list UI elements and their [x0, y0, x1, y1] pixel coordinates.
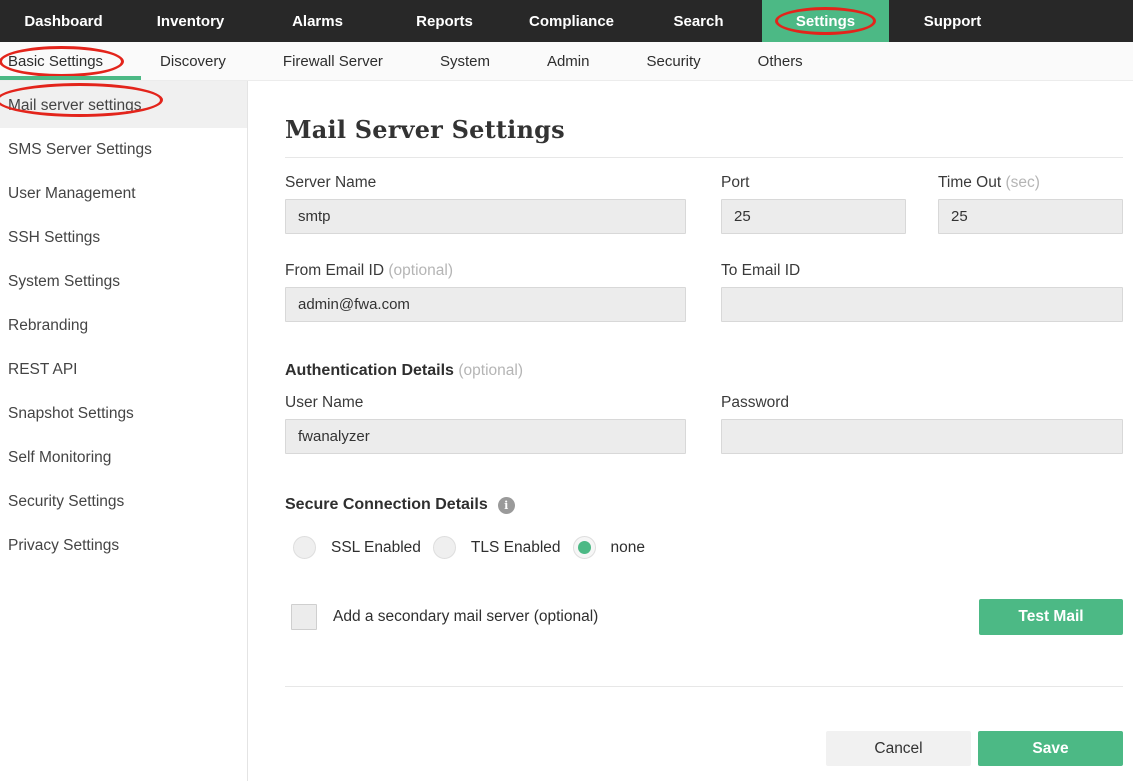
bottom-divider [285, 686, 1123, 687]
tab-support[interactable]: Support [889, 0, 1016, 42]
from-email-optional: (optional) [388, 262, 453, 279]
subtab-basic-settings[interactable]: Basic Settings [8, 53, 103, 70]
settings-sub-navigation: Basic Settings Discovery Firewall Server… [0, 42, 1133, 81]
sidebar-item-security-settings[interactable]: Security Settings [0, 480, 247, 524]
sidebar-item-mail-server-settings[interactable]: Mail server settings [0, 81, 247, 128]
timeout-input[interactable] [938, 199, 1123, 234]
radio-circle-ssl [293, 536, 316, 559]
password-label: Password [721, 394, 1123, 412]
secondary-mail-label: Add a secondary mail server (optional) [333, 608, 598, 626]
subtab-admin[interactable]: Admin [547, 53, 590, 70]
port-timeout-group: Port Time Out (sec) [721, 174, 1123, 234]
port-label: Port [721, 174, 906, 192]
settings-sidebar: Mail server settings SMS Server Settings… [0, 81, 248, 781]
port-input[interactable] [721, 199, 906, 234]
active-subtab-indicator [0, 76, 141, 80]
timeout-label: Time Out (sec) [938, 174, 1123, 192]
sidebar-item-privacy-settings[interactable]: Privacy Settings [0, 524, 247, 568]
port-field: Port [721, 174, 906, 234]
from-email-field: From Email ID (optional) [285, 262, 686, 322]
secure-connection-header: Secure Connection Details i [285, 496, 1123, 514]
cancel-button[interactable]: Cancel [826, 731, 971, 766]
subtab-firewall-server[interactable]: Firewall Server [283, 53, 383, 70]
auth-optional: (optional) [458, 362, 523, 379]
user-name-label: User Name [285, 394, 686, 412]
user-name-field: User Name [285, 394, 686, 454]
form-actions: Cancel Save [285, 731, 1123, 766]
radio-none[interactable]: none [573, 536, 645, 559]
server-name-label: Server Name [285, 174, 686, 192]
email-row: From Email ID (optional) To Email ID [285, 262, 1123, 322]
server-row: Server Name Port Time Out (sec) [285, 174, 1123, 234]
radio-dot [578, 541, 591, 554]
subtab-security[interactable]: Security [646, 53, 700, 70]
secondary-mail-row: Add a secondary mail server (optional) T… [285, 599, 1123, 635]
mail-server-settings-screen: Dashboard Inventory Alarms Reports Compl… [0, 0, 1133, 781]
to-email-input[interactable] [721, 287, 1123, 322]
radio-tls-enabled[interactable]: TLS Enabled [433, 536, 561, 559]
tab-alarms[interactable]: Alarms [254, 0, 381, 42]
radio-label-ssl: SSL Enabled [331, 539, 421, 557]
title-divider [285, 157, 1123, 158]
top-navigation: Dashboard Inventory Alarms Reports Compl… [0, 0, 1133, 42]
radio-ssl-enabled[interactable]: SSL Enabled [293, 536, 421, 559]
timeout-field: Time Out (sec) [938, 174, 1123, 234]
user-name-input[interactable] [285, 419, 686, 454]
server-name-field: Server Name [285, 174, 686, 234]
subtab-others[interactable]: Others [758, 53, 803, 70]
password-field: Password [721, 394, 1123, 454]
mail-server-settings-panel: Mail Server Settings Server Name Port Ti… [248, 81, 1133, 781]
server-name-input[interactable] [285, 199, 686, 234]
tab-settings[interactable]: Settings [762, 0, 889, 42]
test-mail-button[interactable]: Test Mail [979, 599, 1123, 635]
radio-circle-none-checked [573, 536, 596, 559]
to-email-field: To Email ID [721, 262, 1123, 322]
page-title: Mail Server Settings [285, 115, 1123, 144]
sidebar-item-ssh-settings[interactable]: SSH Settings [0, 216, 247, 260]
timeout-unit: (sec) [1005, 174, 1039, 191]
sidebar-item-rebranding[interactable]: Rebranding [0, 304, 247, 348]
tab-reports[interactable]: Reports [381, 0, 508, 42]
tab-dashboard[interactable]: Dashboard [0, 0, 127, 42]
from-email-label: From Email ID (optional) [285, 262, 686, 280]
from-email-input[interactable] [285, 287, 686, 322]
tab-inventory[interactable]: Inventory [127, 0, 254, 42]
sidebar-item-self-monitoring[interactable]: Self Monitoring [0, 436, 247, 480]
password-input[interactable] [721, 419, 1123, 454]
save-button[interactable]: Save [978, 731, 1123, 766]
secure-connection-options: SSL Enabled TLS Enabled none [285, 536, 1123, 559]
sidebar-item-snapshot-settings[interactable]: Snapshot Settings [0, 392, 247, 436]
info-icon[interactable]: i [498, 497, 515, 514]
auth-row: User Name Password [285, 394, 1123, 454]
authentication-details-header: Authentication Details (optional) [285, 362, 1123, 380]
sidebar-item-user-management[interactable]: User Management [0, 172, 247, 216]
radio-label-tls: TLS Enabled [471, 539, 561, 557]
to-email-label: To Email ID [721, 262, 1123, 280]
sidebar-item-sms-server-settings[interactable]: SMS Server Settings [0, 128, 247, 172]
radio-label-none: none [611, 539, 645, 557]
tab-compliance[interactable]: Compliance [508, 0, 635, 42]
subtab-discovery[interactable]: Discovery [160, 53, 226, 70]
tab-search[interactable]: Search [635, 0, 762, 42]
secure-connection-label: Secure Connection Details [285, 496, 488, 514]
radio-circle-tls [433, 536, 456, 559]
secondary-mail-checkbox[interactable] [291, 604, 317, 630]
subtab-system[interactable]: System [440, 53, 490, 70]
sidebar-item-rest-api[interactable]: REST API [0, 348, 247, 392]
sidebar-item-system-settings[interactable]: System Settings [0, 260, 247, 304]
